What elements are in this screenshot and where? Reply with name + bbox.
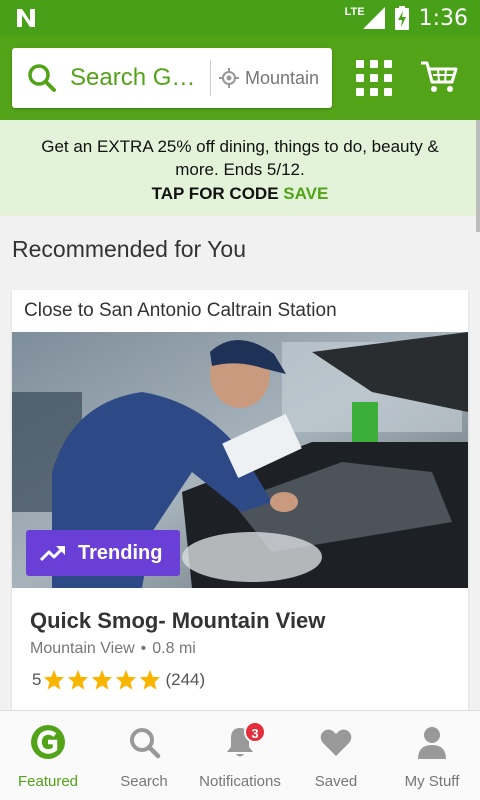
- nav-saved[interactable]: Saved: [288, 711, 384, 800]
- trending-badge: Trending: [26, 530, 180, 576]
- trending-up-icon: [40, 546, 65, 562]
- search-divider: [210, 60, 211, 96]
- search-input[interactable]: Search Gr…: [70, 64, 198, 92]
- bottom-nav: Featured Search 3 Notifications Saved My…: [0, 710, 480, 800]
- star-icon: [116, 669, 137, 690]
- promo-banner[interactable]: Get an EXTRA 25% off dining, things to d…: [0, 120, 480, 216]
- star-icon: [140, 669, 161, 690]
- deal-distance: 0.8 mi: [152, 640, 196, 657]
- deal-card[interactable]: Close to San Antonio Caltrain Station Tr…: [12, 290, 468, 720]
- review-count: (244): [165, 670, 206, 689]
- rating-value: 5: [32, 670, 42, 689]
- nav-my-stuff-label: My Stuff: [404, 773, 460, 790]
- promo-text: Get an EXTRA 25% off dining, things to d…: [41, 137, 439, 179]
- location-target-icon: [219, 68, 239, 88]
- search-icon: [130, 728, 161, 759]
- scrollbar[interactable]: [476, 120, 480, 232]
- section-title: Recommended for You: [12, 236, 246, 262]
- groupon-g-icon: [31, 725, 65, 759]
- app-header: Search Gr… Mountain: [0, 36, 480, 120]
- promo-cta[interactable]: TAP FOR CODE SAVE: [0, 184, 480, 204]
- trending-label: Trending: [78, 541, 163, 564]
- status-bar: LTE 1:36: [0, 0, 480, 36]
- nav-my-stuff[interactable]: My Stuff: [384, 711, 480, 800]
- person-icon: [418, 727, 446, 759]
- star-icon: [68, 669, 89, 690]
- search-box[interactable]: Search Gr… Mountain: [12, 48, 332, 108]
- nav-featured[interactable]: Featured: [0, 711, 96, 800]
- battery-charging-icon: [394, 6, 409, 30]
- clock: 1:36: [418, 5, 468, 31]
- heart-icon: [320, 729, 352, 756]
- location-input[interactable]: Mountain: [245, 68, 321, 89]
- categories-grid-icon[interactable]: [356, 60, 392, 96]
- deal-title[interactable]: Quick Smog- Mountain View: [30, 608, 325, 634]
- rating-stars: [43, 669, 163, 691]
- search-icon: [28, 64, 56, 92]
- nav-featured-label: Featured: [17, 773, 79, 790]
- meta-separator: •: [140, 640, 147, 657]
- nav-saved-label: Saved: [314, 773, 358, 790]
- signal-icon: [362, 7, 385, 29]
- deal-meta: Mountain View • 0.8 mi: [30, 640, 196, 658]
- notification-n-icon: [17, 9, 35, 27]
- deal-context-label: Close to San Antonio Caltrain Station: [24, 300, 337, 321]
- nav-notifications[interactable]: 3 Notifications: [192, 711, 288, 800]
- deal-rating: 5 (244): [32, 669, 205, 691]
- nav-notifications-label: Notifications: [199, 773, 281, 790]
- cart-icon[interactable]: [420, 60, 458, 94]
- network-type: LTE: [344, 6, 365, 18]
- star-icon: [44, 669, 65, 690]
- promo-code: SAVE: [283, 184, 329, 203]
- notification-count-badge: 3: [244, 721, 266, 743]
- nav-search[interactable]: Search: [96, 711, 192, 800]
- deal-location: Mountain View: [30, 640, 135, 657]
- nav-search-label: Search: [120, 773, 168, 790]
- star-icon: [92, 669, 113, 690]
- promo-cta-prefix: TAP FOR CODE: [151, 184, 279, 203]
